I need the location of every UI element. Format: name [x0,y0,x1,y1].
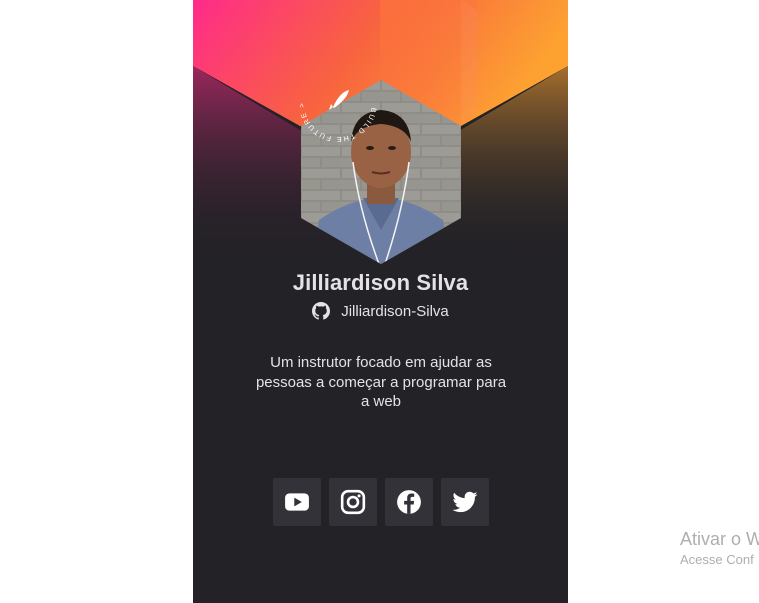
social-links [273,478,489,526]
svg-text:BUILD THE FUTURE > ROCKETSEAT: BUILD THE FUTURE > ROCKETSEAT [293,58,379,144]
instagram-button[interactable] [329,478,377,526]
twitter-button[interactable] [441,478,489,526]
youtube-icon [285,493,309,511]
watermark-subtitle: Acesse Conf [680,552,754,567]
watermark-title: Ativar o W [680,529,759,549]
github-link[interactable]: Jilliardison-Silva [193,302,568,320]
profile-bio: Um instrutor focado em ajudar as pessoas… [255,354,507,410]
facebook-button[interactable] [385,478,433,526]
badge-text: BUILD THE FUTURE > ROCKETSEAT [293,58,377,144]
twitter-icon [452,491,478,513]
instagram-icon [340,489,366,515]
windows-activation-watermark: Ativar o W Acesse Conf [680,530,759,566]
github-icon [312,302,331,320]
github-username: Jilliardison-Silva [341,302,449,320]
rocket-icon [329,90,349,110]
profile-card: BUILD THE FUTURE > ROCKETSEAT Jilliardis… [193,0,568,603]
youtube-button[interactable] [273,478,321,526]
facebook-icon [397,490,421,514]
rocketseat-badge: BUILD THE FUTURE > ROCKETSEAT [293,58,379,144]
profile-name: Jilliardison Silva [292,270,469,295]
